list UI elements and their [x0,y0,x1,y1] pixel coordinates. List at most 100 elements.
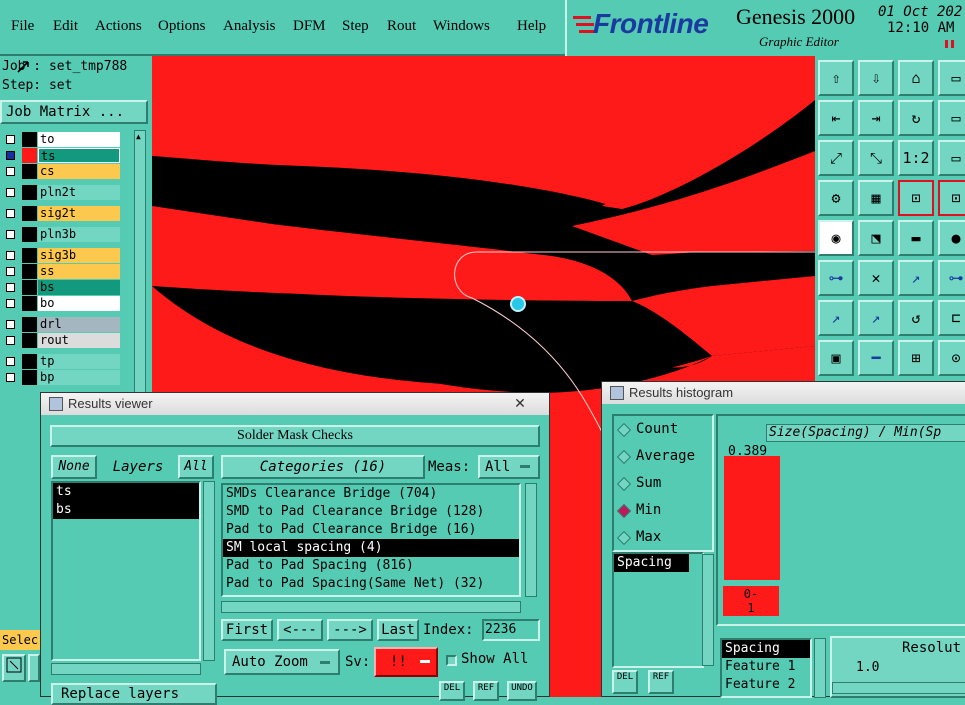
layer-name[interactable]: pln2t [38,185,120,200]
tool-button[interactable]: ◉ [818,220,854,256]
tool-button[interactable]: ⊞ [898,340,934,376]
menu-help[interactable]: Help [517,18,546,35]
tool-button[interactable]: ⊶ [938,260,965,296]
layer-row[interactable]: bs [2,280,120,295]
layer-row[interactable]: sig2t [2,206,120,221]
undo-button[interactable]: UNDO [507,681,537,701]
result-field-scrollbar[interactable] [814,638,826,698]
layer-checkbox[interactable] [6,188,15,197]
tool-button[interactable]: ⇧ [818,60,854,96]
tool-button[interactable]: 1:2 [898,140,934,176]
mode-radio[interactable]: Sum [614,470,712,497]
menu-dfm[interactable]: DFM [293,18,326,35]
result-layer-item[interactable]: ts [53,483,199,501]
category-item[interactable]: Pad to Pad Clearance Bridge (16) [223,521,519,539]
category-item[interactable]: Pad to Pad Spacing (816) [223,557,519,575]
prev-button[interactable]: <--- [277,619,323,641]
ref-button[interactable]: REF [473,681,499,701]
layer-color-swatch[interactable] [22,227,37,242]
layer-name[interactable]: cs [38,164,120,179]
first-button[interactable]: First [221,619,273,641]
index-input[interactable]: 2236 [482,619,540,641]
tool-button[interactable]: ⚙ [818,180,854,216]
mode-radio[interactable]: Average [614,443,712,470]
layer-checkbox[interactable] [6,167,15,176]
mode-radio[interactable]: Min [614,497,712,524]
layer-row[interactable]: tp [2,354,120,369]
tool-button[interactable]: ⊶ [818,260,854,296]
layer-row[interactable]: bo [2,296,120,311]
tool-button[interactable]: ↺ [898,300,934,336]
results-viewer-titlebar[interactable]: Results viewer ✕ [41,393,549,415]
show-all-checkbox[interactable] [446,655,457,666]
scroll-up-arrow-icon[interactable]: ▲ [136,132,144,142]
layer-color-swatch[interactable] [22,354,37,369]
layer-checkbox[interactable] [6,230,15,239]
layer-checkbox[interactable] [6,251,15,260]
del-button[interactable]: DEL [439,681,465,701]
category-item[interactable]: Pad to Pad Spacing(Same Net) (32) [223,575,519,593]
layer-color-swatch[interactable] [22,185,37,200]
layer-row[interactable]: ts [2,148,120,163]
tool-button[interactable]: ▣ [818,340,854,376]
categories-hscroll[interactable] [221,601,521,613]
layer-row[interactable]: rout [2,333,120,348]
result-field-item[interactable]: Spacing [722,640,810,658]
layer-checkbox[interactable] [6,336,15,345]
mode-radio[interactable]: Max [614,524,712,551]
tool-button[interactable]: ━ [858,340,894,376]
hist-ref-button[interactable]: REF [648,670,674,694]
layer-checkbox[interactable] [6,151,15,160]
tool-button[interactable]: ⊡ [938,180,965,216]
layer-checkbox[interactable] [6,283,15,292]
category-item[interactable]: SMD to Pad Clearance Bridge (128) [223,503,519,521]
layer-color-swatch[interactable] [22,296,37,311]
layer-color-swatch[interactable] [22,164,37,179]
all-layers-button[interactable]: All [178,455,214,479]
layer-checkbox[interactable] [6,209,15,218]
layer-row[interactable]: sig3b [2,248,120,263]
categories-scrollbar[interactable] [525,483,537,597]
histogram-titlebar[interactable]: Results histogram [602,382,965,404]
tool-button[interactable]: ⤡ [858,140,894,176]
meas-dropdown[interactable]: All [478,455,540,479]
tool-button[interactable]: ⇤ [818,100,854,136]
close-icon[interactable]: ✕ [496,394,544,412]
result-field-item[interactable]: Feature 2 [722,676,810,694]
menu-file[interactable]: File [11,18,34,35]
tool-button[interactable]: ▦ [858,180,894,216]
layer-name[interactable]: pln3b [38,227,120,242]
layer-row[interactable]: pln3b [2,227,120,242]
result-field-list[interactable]: Spacing Feature 1 Feature 2 [720,638,812,698]
tool-button[interactable]: ⊡ [898,180,934,216]
layer-color-swatch[interactable] [22,370,37,385]
layer-results-scrollbar[interactable] [203,481,215,661]
category-item[interactable]: SM local spacing (4) [223,539,519,557]
layer-name[interactable]: tp [38,354,120,369]
layer-checkbox[interactable] [6,267,15,276]
layer-name[interactable]: sig3b [38,248,120,263]
categories-list[interactable]: SMDs Clearance Bridge (704) SMD to Pad Cl… [221,483,521,597]
menu-actions[interactable]: Actions [95,18,142,35]
zoom-tool-button[interactable] [2,654,26,682]
layer-name[interactable]: ss [38,264,120,279]
tool-button[interactable]: ▭ [938,100,965,136]
menu-windows[interactable]: Windows [433,18,490,35]
layer-row[interactable]: to [2,132,120,147]
next-button[interactable]: ---> [327,619,373,641]
layer-color-swatch[interactable] [22,280,37,295]
layer-color-swatch[interactable] [22,317,37,332]
mode-radio[interactable]: Count [614,416,712,443]
layer-name[interactable]: ts [38,148,120,163]
tool-button[interactable]: ⊏ [938,300,965,336]
layer-checkbox[interactable] [6,135,15,144]
last-button[interactable]: Last [377,619,419,641]
layer-checkbox[interactable] [6,373,15,382]
layer-name[interactable]: rout [38,333,120,348]
field-list-scrollbar[interactable] [702,554,714,666]
histogram-bar[interactable] [724,456,780,580]
job-matrix-button[interactable]: Job Matrix ... [0,100,148,124]
layer-name[interactable]: to [38,132,120,147]
layer-name[interactable]: sig2t [38,206,120,221]
layer-checkbox[interactable] [6,299,15,308]
